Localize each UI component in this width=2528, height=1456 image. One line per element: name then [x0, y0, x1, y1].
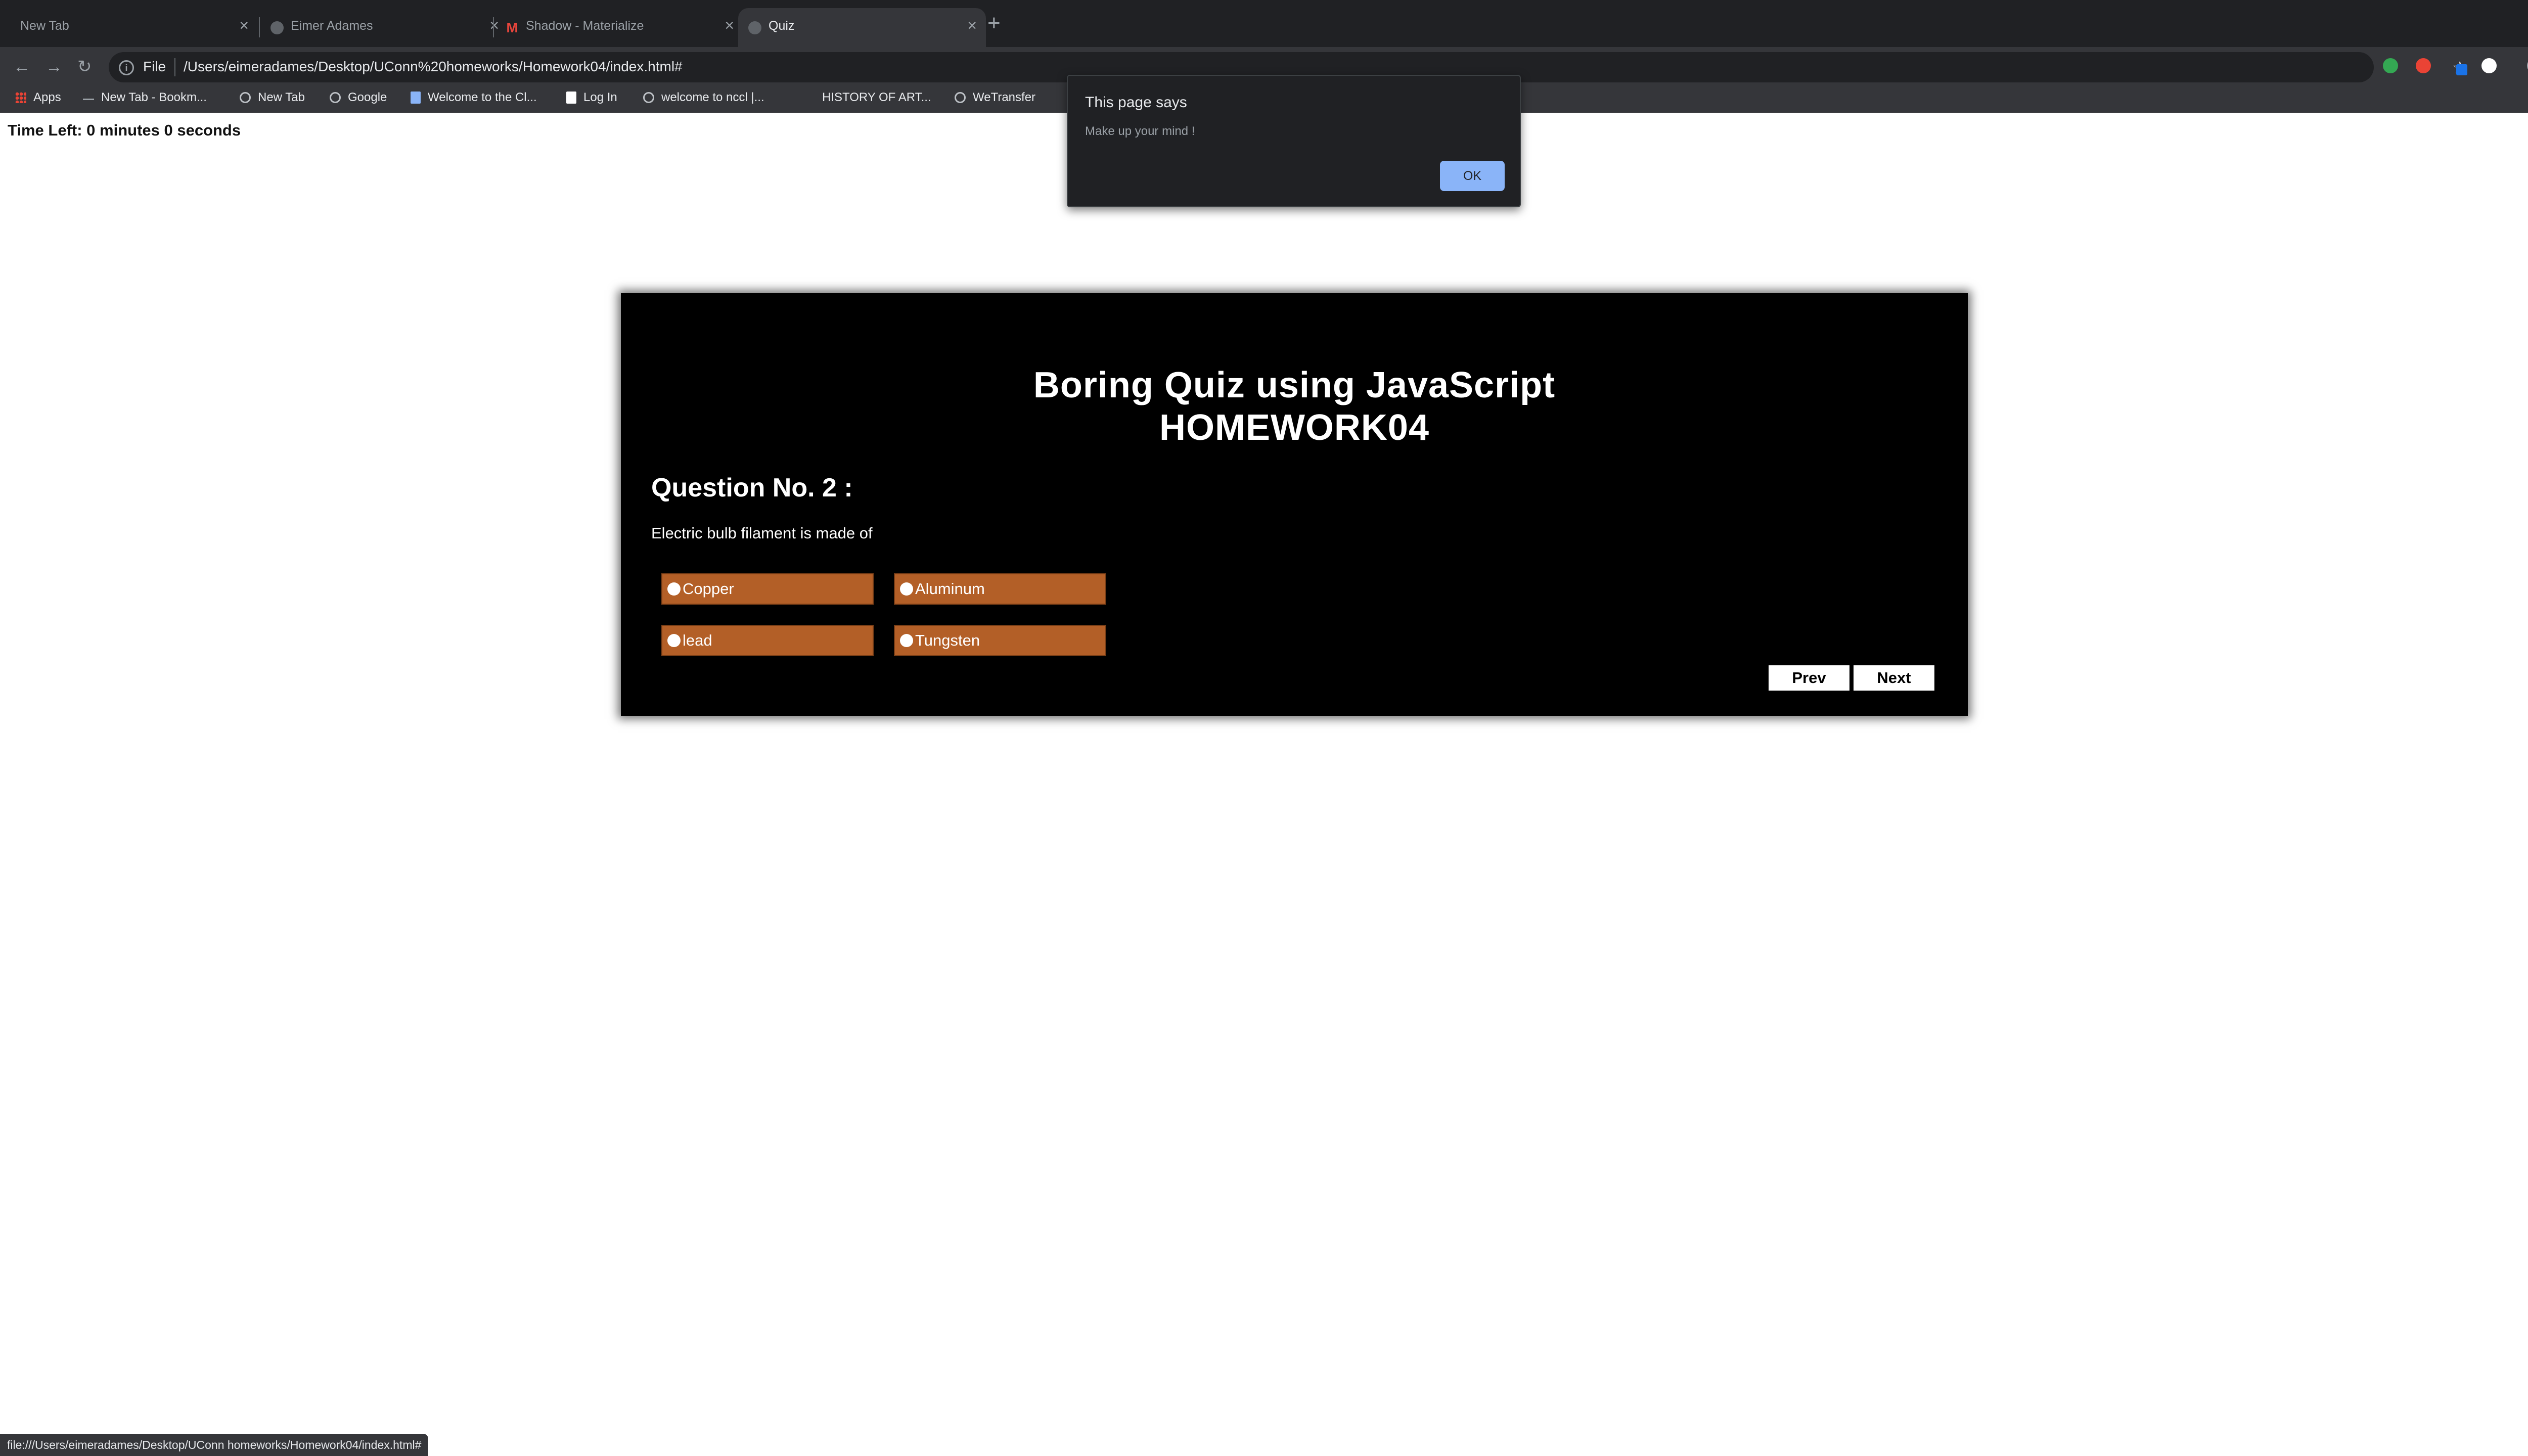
bookmark-label: Welcome to the Cl... — [428, 90, 537, 104]
apps-grid-icon — [15, 92, 26, 103]
tab-separator — [493, 17, 494, 37]
question-heading: Question No. 2 : — [651, 473, 853, 503]
extension-icon[interactable] — [2416, 58, 2431, 73]
ok-button[interactable]: OK — [1440, 161, 1505, 191]
bookmark-history-of-art[interactable]: HISTORY OF ART... — [822, 88, 931, 107]
option-aluminum[interactable]: Aluminum — [894, 573, 1106, 605]
bookmark-new-tab[interactable]: New Tab — [240, 88, 305, 107]
tab-title: Shadow - Materialize — [526, 19, 644, 33]
bookmark-label: HISTORY OF ART... — [822, 90, 931, 104]
tab-strip: New Tab × Eimer Adames × M Shadow - Mate… — [0, 0, 2528, 47]
bookmark-google[interactable]: Google — [330, 88, 387, 107]
tab-new-tab[interactable]: New Tab × — [10, 8, 258, 47]
dialog-message: Make up your mind ! — [1085, 124, 1195, 138]
tab-title: Quiz — [769, 19, 795, 33]
bookmark-label: WeTransfer — [973, 90, 1036, 104]
close-icon[interactable]: × — [725, 17, 734, 33]
page-icon — [411, 92, 421, 104]
scheme-label: File — [143, 59, 166, 74]
quiz-title-line2: HOMEWORK04 — [1159, 407, 1430, 448]
time-left-label: Time Left: 0 minutes 0 seconds — [8, 121, 241, 139]
doc-icon — [566, 92, 576, 104]
option-lead[interactable]: lead — [661, 625, 874, 656]
tab-quiz[interactable]: Quiz × — [738, 8, 986, 47]
globe-icon — [330, 92, 341, 103]
tab-shadow-materialize[interactable]: M Shadow - Materialize × — [495, 8, 743, 47]
radio-button[interactable] — [667, 634, 681, 647]
quiz-card: Boring Quiz using JavaScript HOMEWORK04 … — [621, 293, 1968, 716]
bookmark-label: Log In — [583, 90, 617, 104]
globe-icon — [240, 92, 251, 103]
materialize-icon: M — [506, 20, 518, 35]
bookmark-log-in[interactable]: Log In — [566, 88, 617, 107]
option-label: lead — [683, 631, 712, 649]
tab-separator — [259, 17, 260, 37]
next-button[interactable]: Next — [1854, 665, 1934, 691]
globe-icon — [748, 21, 761, 34]
prev-button[interactable]: Prev — [1769, 665, 1849, 691]
radio-button[interactable] — [667, 582, 681, 596]
radio-button[interactable] — [900, 582, 913, 596]
tab-title: New Tab — [20, 19, 69, 33]
question-text: Electric bulb filament is made of — [651, 524, 873, 542]
bookmark-label: Apps — [33, 90, 61, 104]
quiz-title-line1: Boring Quiz using JavaScript — [1033, 365, 1556, 405]
tab-title: Eimer Adames — [291, 19, 373, 33]
option-label: Tungsten — [915, 631, 980, 649]
radio-button[interactable] — [900, 634, 913, 647]
option-copper[interactable]: Copper — [661, 573, 874, 605]
quiz-title: Boring Quiz using JavaScript HOMEWORK04 — [621, 364, 1968, 449]
grammarly-extension-icon[interactable] — [2383, 58, 2398, 73]
divider — [174, 58, 175, 76]
dialog-title: This page says — [1085, 94, 1187, 111]
option-label: Copper — [683, 580, 734, 598]
option-tungsten[interactable]: Tungsten — [894, 625, 1106, 656]
close-icon[interactable]: × — [967, 17, 977, 33]
bookmark-welcome-nccl[interactable]: welcome to nccl |... — [643, 88, 764, 107]
info-icon[interactable]: i — [119, 60, 134, 75]
bookmark-label: New Tab — [258, 90, 305, 104]
reload-icon[interactable]: ↻ — [77, 58, 92, 75]
bookmark-new-tab-bookmarks[interactable]: New Tab - Bookm... — [83, 88, 207, 107]
bookmark-label: New Tab - Bookm... — [101, 90, 207, 104]
status-bar-url: file:///Users/eimeradames/Desktop/UConn … — [0, 1434, 429, 1456]
url-text[interactable]: /Users/eimeradames/Desktop/UConn%20homew… — [184, 59, 683, 75]
bookmark-apps[interactable]: Apps — [15, 88, 61, 107]
bookmark-wetransfer[interactable]: WeTransfer — [955, 88, 1035, 107]
bookmark-welcome-cl[interactable]: Welcome to the Cl... — [411, 88, 537, 107]
bookmark-label: Google — [348, 90, 387, 104]
close-icon[interactable]: × — [239, 17, 249, 33]
option-label: Aluminum — [915, 580, 985, 598]
globe-icon — [270, 21, 284, 34]
alert-dialog: This page says Make up your mind ! OK — [1067, 75, 1521, 207]
new-tab-button[interactable]: + — [987, 12, 1001, 34]
globe-icon — [643, 92, 654, 103]
forward-arrow-icon[interactable]: → — [46, 58, 63, 75]
globe-icon — [955, 92, 966, 103]
extension-icon[interactable] — [2456, 64, 2467, 75]
back-arrow-icon[interactable]: ← — [13, 58, 30, 75]
tab-eimer-adames[interactable]: Eimer Adames × — [260, 8, 508, 47]
extension-icon[interactable] — [2481, 58, 2497, 73]
bookmark-label: welcome to nccl |... — [661, 90, 764, 104]
dash-icon — [83, 95, 94, 100]
